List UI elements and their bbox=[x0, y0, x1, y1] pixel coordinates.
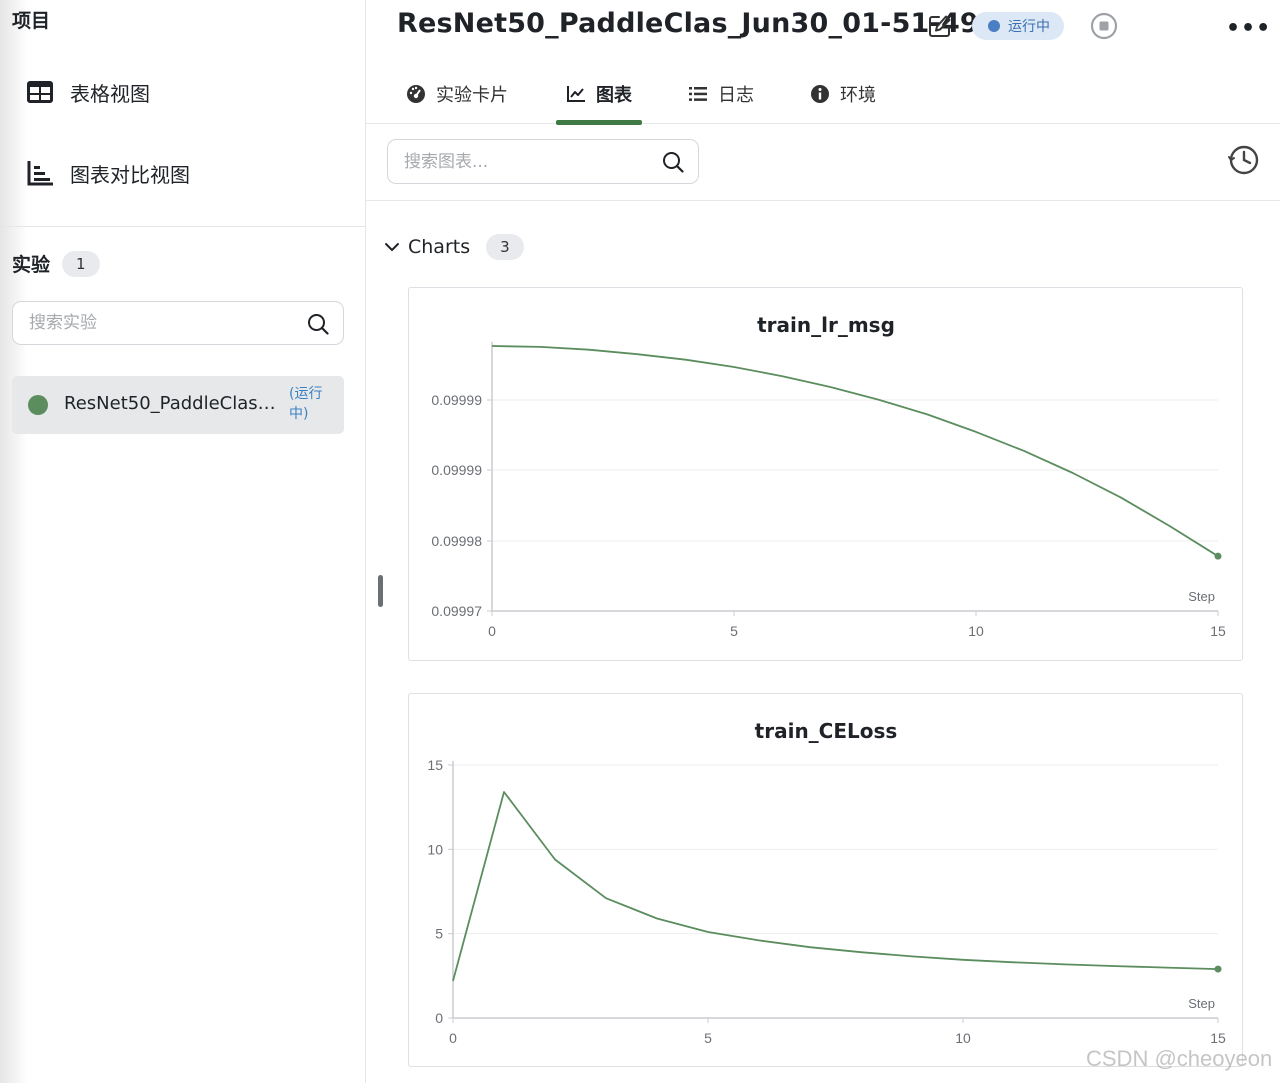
charts-group-label: Charts bbox=[408, 236, 471, 258]
y-tick-label: 0.09999 bbox=[431, 392, 482, 408]
line-chart-train-celoss: train_CELoss 0 5 10 15 0 5 10 15 Step bbox=[427, 719, 1226, 1046]
x-tick-label: 5 bbox=[730, 623, 738, 639]
history-clock-icon[interactable] bbox=[1228, 144, 1260, 180]
series-line bbox=[491, 345, 1219, 557]
status-dot bbox=[988, 20, 1000, 32]
watermark: CSDN @cheoyeon bbox=[1086, 1046, 1273, 1071]
more-options-icon[interactable]: ••• bbox=[1226, 16, 1271, 41]
nav-table-view[interactable]: 表格视图 bbox=[26, 72, 150, 112]
y-tick-label: 0.09999 bbox=[431, 462, 482, 478]
list-icon bbox=[688, 86, 708, 102]
tab-experiment-card[interactable]: 实验卡片 bbox=[406, 64, 508, 123]
run-status-badge: 运行中 bbox=[972, 12, 1064, 40]
nav-compare-view[interactable]: 图表对比视图 bbox=[26, 153, 190, 193]
x-axis-label: Step bbox=[1188, 589, 1215, 604]
chart-title: train_CELoss bbox=[755, 719, 898, 743]
experiment-status: (运行中) bbox=[289, 386, 323, 422]
chart-card-train-lr-msg[interactable]: train_lr_msg 0.09997 0.09998 0.09999 0.09999… bbox=[408, 287, 1243, 661]
info-icon bbox=[810, 84, 830, 104]
run-status-label: 运行中 bbox=[1008, 19, 1050, 35]
nav-compare-view-label: 图表对比视图 bbox=[70, 162, 190, 187]
experiment-color-dot[interactable] bbox=[28, 395, 48, 415]
y-tick-label: 10 bbox=[427, 841, 443, 857]
stop-icon[interactable] bbox=[1090, 12, 1118, 44]
tab-bar: 实验卡片 图表 日志 环境 bbox=[366, 64, 1280, 125]
series-endpoint bbox=[1214, 965, 1222, 973]
x-tick-label: 0 bbox=[449, 1030, 457, 1046]
y-tick-label: 0 bbox=[435, 1010, 443, 1026]
tab-charts[interactable]: 图表 bbox=[556, 64, 642, 125]
toolbar-divider bbox=[366, 200, 1280, 201]
table-icon bbox=[26, 77, 56, 107]
tab-environment[interactable]: 环境 bbox=[810, 64, 876, 123]
series-endpoint bbox=[1214, 552, 1222, 560]
experiment-list-item[interactable]: ResNet50_PaddleClas… (运行中) bbox=[12, 376, 344, 434]
sidebar-divider bbox=[0, 226, 365, 227]
experiments-label: 实验 bbox=[12, 254, 51, 276]
x-tick-label: 15 bbox=[1210, 623, 1226, 639]
y-tick-label: 5 bbox=[435, 926, 443, 942]
y-tick-label: 0.09998 bbox=[431, 533, 482, 549]
tab-environment-label: 环境 bbox=[840, 84, 876, 106]
run-title: ResNet50_PaddleClas_Jun30_01-51-49 bbox=[397, 8, 979, 39]
nav-table-view-label: 表格视图 bbox=[70, 81, 150, 106]
x-tick-label: 10 bbox=[968, 623, 984, 639]
experiment-search-input[interactable] bbox=[13, 302, 293, 344]
tab-logs-label: 日志 bbox=[718, 84, 754, 106]
experiments-count-badge: 1 bbox=[62, 250, 100, 277]
experiment-name: ResNet50_PaddleClas… bbox=[64, 393, 276, 414]
chart-title: train_lr_msg bbox=[757, 313, 895, 337]
chart-search bbox=[387, 139, 699, 184]
search-icon[interactable] bbox=[662, 151, 684, 177]
experiment-search bbox=[12, 301, 344, 345]
charts-count-badge: 3 bbox=[486, 234, 524, 260]
x-tick-label: 5 bbox=[704, 1030, 712, 1046]
tab-logs[interactable]: 日志 bbox=[688, 64, 754, 123]
chart-card-train-celoss[interactable]: train_CELoss 0 5 10 15 0 5 10 15 Step bbox=[408, 693, 1243, 1067]
x-tick-label: 10 bbox=[955, 1030, 971, 1046]
series-line bbox=[452, 791, 1219, 982]
search-icon[interactable] bbox=[307, 313, 329, 339]
main-panel: ResNet50_PaddleClas_Jun30_01-51-49 运行中 •… bbox=[366, 0, 1280, 1083]
bar-chart-icon bbox=[26, 158, 56, 188]
sidebar: 项目 表格视图 图表对比视图 实验 1 搜索实验 ResNet50_Paddle… bbox=[0, 0, 366, 1083]
app-root: 项目 表格视图 图表对比视图 实验 1 搜索实验 ResNet50_Paddle… bbox=[0, 0, 1280, 1083]
line-chart-train-lr-msg: train_lr_msg 0.09997 0.09998 0.09999 0.09999… bbox=[431, 313, 1226, 639]
y-tick-label: 0.09997 bbox=[431, 603, 482, 619]
edit-icon[interactable] bbox=[928, 14, 952, 42]
tab-experiment-card-label: 实验卡片 bbox=[436, 84, 508, 106]
experiments-header: 实验 1 bbox=[12, 250, 100, 277]
x-axis-label: Step bbox=[1188, 996, 1215, 1011]
project-title: 项目 bbox=[12, 10, 51, 32]
chevron-down-icon[interactable] bbox=[384, 238, 400, 257]
tab-charts-label: 图表 bbox=[596, 84, 632, 106]
x-tick-label: 0 bbox=[488, 623, 496, 639]
charts-group-header[interactable]: Charts 3 bbox=[384, 234, 524, 260]
chart-search-input[interactable] bbox=[388, 140, 648, 183]
x-tick-label: 15 bbox=[1210, 1030, 1226, 1046]
y-tick-label: 15 bbox=[427, 757, 443, 773]
line-chart-icon bbox=[566, 85, 586, 103]
dashboard-icon bbox=[406, 84, 426, 104]
